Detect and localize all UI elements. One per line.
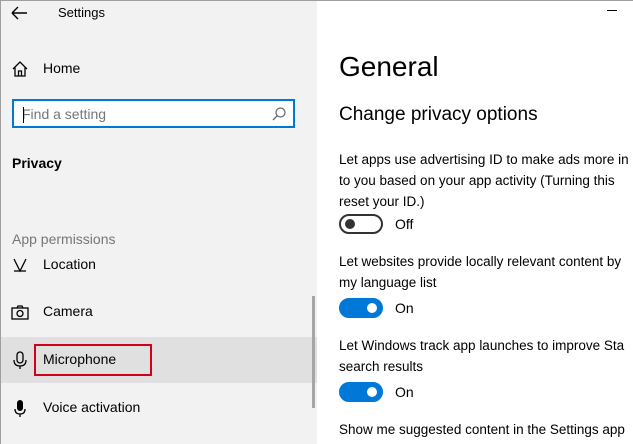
description-line: search results — [339, 359, 424, 374]
setting-app-launch-tracking-description: Let Windows track app launches to improv… — [339, 335, 633, 377]
location-icon — [10, 255, 30, 275]
advertising-id-toggle[interactable] — [339, 214, 383, 234]
minimize-button[interactable] — [607, 10, 617, 11]
sidebar-item-label: Home — [43, 60, 81, 76]
description-line: Let websites provide locally relevant co… — [339, 254, 622, 269]
description-line: to you based on your app activity (Turni… — [339, 173, 615, 188]
home-icon — [10, 59, 30, 79]
sidebar-item-voice-activation[interactable]: Voice activation — [0, 385, 317, 431]
section-subtitle: Change privacy options — [339, 104, 538, 125]
section-title-privacy: Privacy — [12, 155, 62, 171]
voice-activation-icon — [10, 398, 30, 418]
toggle-state-label: On — [395, 384, 414, 400]
app-launch-tracking-toggle[interactable] — [339, 382, 383, 402]
toggle-state-label: Off — [395, 216, 414, 232]
back-arrow-icon[interactable] — [10, 4, 30, 22]
sidebar-item-location[interactable]: Location — [0, 242, 317, 288]
toggle-knob — [367, 387, 377, 397]
description-line: reset your ID.) — [339, 194, 425, 209]
sidebar-item-camera[interactable]: Camera — [0, 289, 317, 335]
main-content: General Change privacy options Let apps … — [317, 0, 633, 444]
window-title: Settings — [58, 5, 105, 20]
page-title: General — [339, 51, 439, 82]
search-icon[interactable] — [271, 106, 287, 122]
local-content-toggle[interactable] — [339, 298, 383, 318]
setting-advertising-id-description: Let apps use advertising ID to make ads … — [339, 149, 633, 212]
sidebar-item-label: Camera — [43, 303, 93, 319]
sidebar-item-microphone[interactable]: Microphone — [0, 337, 317, 383]
sidebar-item-home[interactable]: Home — [0, 46, 317, 92]
setting-local-content-description: Let websites provide locally relevant co… — [339, 251, 633, 293]
sidebar-item-label: Voice activation — [43, 399, 141, 415]
search-box[interactable] — [12, 99, 295, 128]
settings-window: Settings Home Privacy App permi — [0, 0, 633, 444]
description-line: my language list — [339, 275, 437, 290]
sidebar-scrollbar[interactable] — [312, 296, 315, 408]
description-line: Show me suggested content in the Setting… — [339, 422, 625, 437]
toggle-knob — [345, 219, 355, 229]
toggle-state-label: On — [395, 300, 414, 316]
sidebar: Settings Home Privacy App permi — [0, 0, 317, 444]
sidebar-item-label: Location — [43, 256, 96, 272]
sidebar-item-label: Microphone — [43, 351, 117, 367]
microphone-icon — [10, 350, 30, 370]
description-line: Let apps use advertising ID to make ads … — [339, 152, 629, 167]
camera-icon — [10, 302, 30, 322]
search-input[interactable] — [22, 105, 272, 123]
text-cursor — [23, 107, 24, 123]
description-line: Let Windows track app launches to improv… — [339, 338, 625, 353]
toggle-knob — [367, 303, 377, 313]
setting-suggested-content-description: Show me suggested content in the Setting… — [339, 419, 633, 440]
